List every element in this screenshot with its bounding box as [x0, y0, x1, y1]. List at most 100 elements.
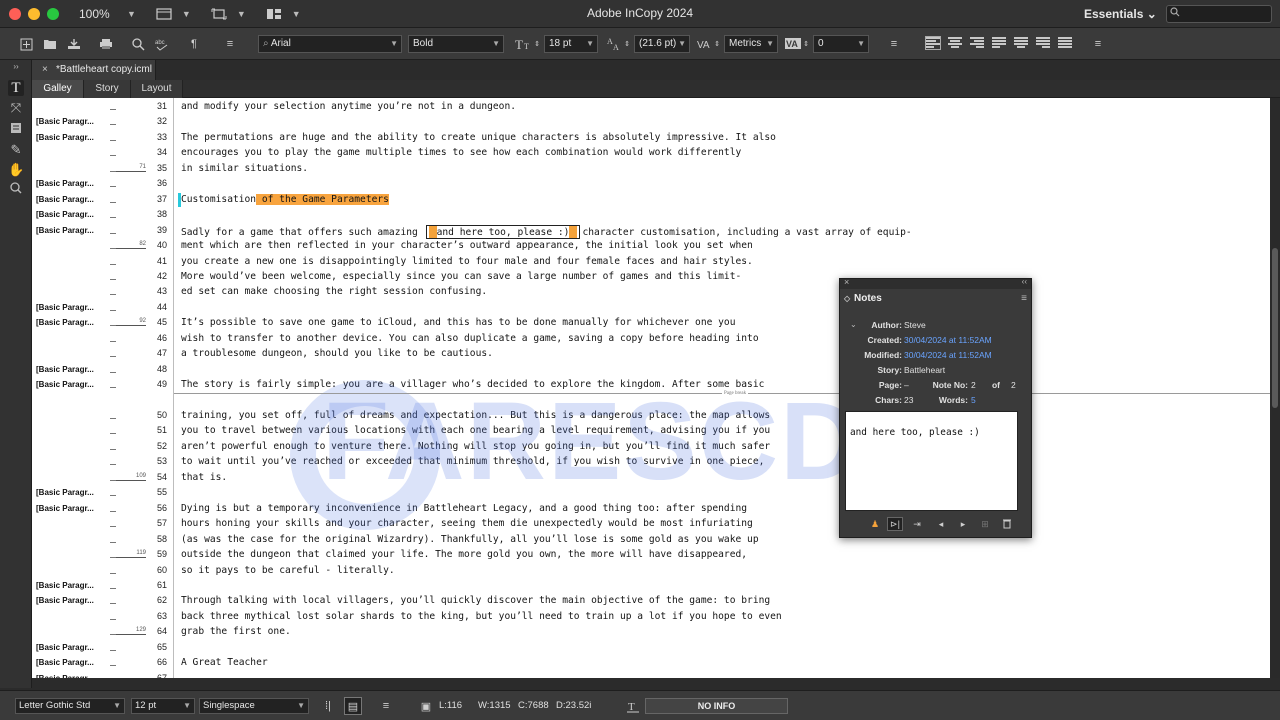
convert-note-icon[interactable]: ⇥	[910, 518, 924, 530]
kerning-field[interactable]: Metrics ▼	[724, 35, 778, 53]
text-line[interactable]: wish to transfer to another device. You …	[181, 333, 759, 344]
paragraph-style-label[interactable]: [Basic Paragr...	[36, 303, 94, 312]
style-column-icon[interactable]: ▤	[344, 697, 362, 715]
type-tool-icon[interactable]: T	[8, 80, 24, 96]
zoom-level[interactable]: 100%	[79, 7, 123, 21]
paragraph-style-label[interactable]: [Basic Paragr...	[36, 581, 94, 590]
text-line[interactable]: The permutations are huge and the abilit…	[181, 132, 776, 143]
panel-menu-icon[interactable]: ≡	[378, 698, 394, 714]
text-line[interactable]: Dying is but a temporary inconvenience i…	[181, 503, 747, 514]
galley-view[interactable]: [Basic Paragr... [Basic Paragr... 71 [Basic…	[32, 98, 1270, 678]
text-line[interactable]: so it pays to be careful - literally.	[181, 565, 395, 576]
text-line[interactable]: The story is fairly simple: you are a vi…	[181, 379, 764, 390]
font-family-field[interactable]: ⌕ Arial ▼	[258, 35, 402, 53]
text-line[interactable]: encourages you to play the game multiple…	[181, 147, 741, 158]
panel-menu-icon[interactable]: ≡	[222, 36, 238, 52]
zoom-window-button[interactable]	[47, 7, 59, 20]
scrollbar-thumb[interactable]	[1272, 248, 1278, 408]
text-line[interactable]: Sadly for a game that offers such amazin…	[181, 224, 912, 239]
close-panel-icon[interactable]: ×	[844, 277, 849, 287]
open-folder-icon[interactable]	[42, 36, 58, 52]
check-in-icon[interactable]	[66, 36, 82, 52]
paragraph-style-label[interactable]: [Basic Paragr...	[36, 195, 94, 204]
font-field[interactable]: Letter Gothic Std ▼	[15, 698, 125, 714]
delete-note-icon[interactable]	[1000, 518, 1014, 530]
position-tool-icon[interactable]: ⤧	[8, 100, 24, 116]
text-line[interactable]: aren’t powerful enough to venture there.…	[181, 441, 770, 452]
text-line[interactable]: ment which are then reflected in your ch…	[181, 240, 753, 251]
tab-layout[interactable]: Layout	[131, 80, 183, 98]
new-icon[interactable]	[18, 36, 34, 52]
paragraph-style-label[interactable]: [Basic Paragr...	[36, 504, 94, 513]
next-note-icon[interactable]: ▸	[956, 518, 970, 530]
text-line[interactable]: that is.	[181, 472, 227, 483]
text-line[interactable]: (as was the case for the original Wizard…	[181, 534, 759, 545]
note-end-anchor-icon[interactable]	[569, 225, 578, 238]
text-line[interactable]: back three mythical lost solar shards to…	[181, 611, 782, 622]
text-line[interactable]: Customisation of the Game Parameters	[181, 193, 389, 205]
close-window-button[interactable]	[9, 7, 21, 20]
note-start-anchor-icon[interactable]	[428, 225, 437, 238]
paragraph-style-label[interactable]: [Basic Paragr...	[36, 179, 94, 188]
note-user-icon[interactable]: ♟	[868, 518, 882, 530]
text-line[interactable]: in similar situations.	[181, 163, 308, 174]
kerning-stepper[interactable]: ⇕	[713, 36, 721, 52]
view-options-icon[interactable]	[150, 5, 178, 23]
tab-galley[interactable]: Galley	[32, 80, 84, 98]
paragraph-style-label[interactable]: [Basic Paragr...	[36, 658, 94, 667]
collapse-panel-icon[interactable]: ››	[8, 59, 24, 75]
hand-tool-icon[interactable]: ✋	[8, 162, 24, 178]
text-line[interactable]: to wait until you’ve reached or exceeded…	[181, 456, 764, 467]
tab-story[interactable]: Story	[84, 80, 131, 98]
text-line[interactable]: Through talking with local villagers, yo…	[181, 595, 770, 606]
leading-field[interactable]: (21.6 pt) ▼	[634, 35, 690, 53]
text-line[interactable]: It’s possible to save one game to iCloud…	[181, 317, 736, 328]
workspace-switcher[interactable]: Essentials ⌄	[1084, 7, 1157, 21]
spelling-icon[interactable]: abc	[154, 36, 170, 52]
zoom-tool-icon[interactable]	[8, 182, 24, 198]
pilcrow-icon[interactable]: ¶	[186, 36, 202, 52]
split-note-icon[interactable]: ⊳|	[887, 517, 903, 531]
paragraph-style-label[interactable]: [Basic Paragr...	[36, 674, 94, 678]
align-center-icon[interactable]	[948, 37, 962, 49]
text-line[interactable]: and modify your selection anytime you’re…	[181, 101, 516, 112]
leading-stepper[interactable]: ⇕	[623, 36, 631, 52]
paragraph-style-label[interactable]: [Basic Paragr...	[36, 596, 94, 605]
new-note-icon[interactable]: ⊞	[978, 518, 992, 530]
vertical-scrollbar[interactable]	[1270, 98, 1280, 678]
text-line[interactable]: hours honing your skills and your charac…	[181, 518, 753, 529]
close-tab-icon[interactable]: ×	[42, 60, 48, 80]
text-line[interactable]: training, you set off, full of dreams an…	[181, 410, 770, 421]
text-line[interactable]: a troublesome dungeon, should you like t…	[181, 348, 493, 359]
collapse-panel-icon[interactable]: ‹‹	[1022, 277, 1027, 286]
note-tool-icon[interactable]	[8, 122, 24, 138]
spacing-field[interactable]: Singlespace ▼	[199, 698, 309, 714]
tracking-field[interactable]: 0 ▼	[813, 35, 869, 53]
document-tab[interactable]: × *Battleheart copy.icml	[32, 60, 156, 80]
screen-mode-dropdown-icon[interactable]: ▼	[237, 9, 246, 19]
eyedropper-icon[interactable]: ✎	[8, 142, 24, 158]
paragraph-style-label[interactable]: [Basic Paragr...	[36, 133, 94, 142]
paragraph-style-label[interactable]: [Basic Paragr...	[36, 380, 94, 389]
previous-note-icon[interactable]: ◂	[934, 518, 948, 530]
minimize-window-button[interactable]	[28, 7, 40, 20]
text-line[interactable]: you to travel between various locations …	[181, 425, 770, 436]
chevron-icon[interactable]: ◇	[844, 289, 850, 309]
paragraph-style-label[interactable]: [Basic Paragr...	[36, 226, 94, 235]
paragraph-style-label[interactable]: [Basic Paragr...	[36, 117, 94, 126]
panel-menu-icon[interactable]: ≡	[886, 36, 902, 52]
size-field[interactable]: 12 pt ▼	[131, 698, 195, 714]
paragraph-style-label[interactable]: [Basic Paragr...	[36, 365, 94, 374]
text-line[interactable]: A Great Teacher	[181, 657, 268, 668]
align-left-icon[interactable]	[925, 36, 941, 50]
align-right-icon[interactable]	[970, 37, 984, 49]
paragraph-style-label[interactable]: [Basic Paragr...	[36, 318, 94, 327]
inline-note[interactable]: and here too, please :)	[425, 224, 581, 239]
tracking-stepper[interactable]: ⇕	[802, 36, 810, 52]
chevron-down-icon[interactable]: ⌄	[850, 320, 857, 329]
paragraph-style-label[interactable]: [Basic Paragr...	[36, 210, 94, 219]
justify-right-icon[interactable]	[1036, 37, 1050, 49]
font-size-field[interactable]: 18 pt ▼	[544, 35, 598, 53]
note-text-area[interactable]: and here too, please :)	[845, 411, 1018, 511]
justify-all-icon[interactable]	[1058, 37, 1072, 49]
